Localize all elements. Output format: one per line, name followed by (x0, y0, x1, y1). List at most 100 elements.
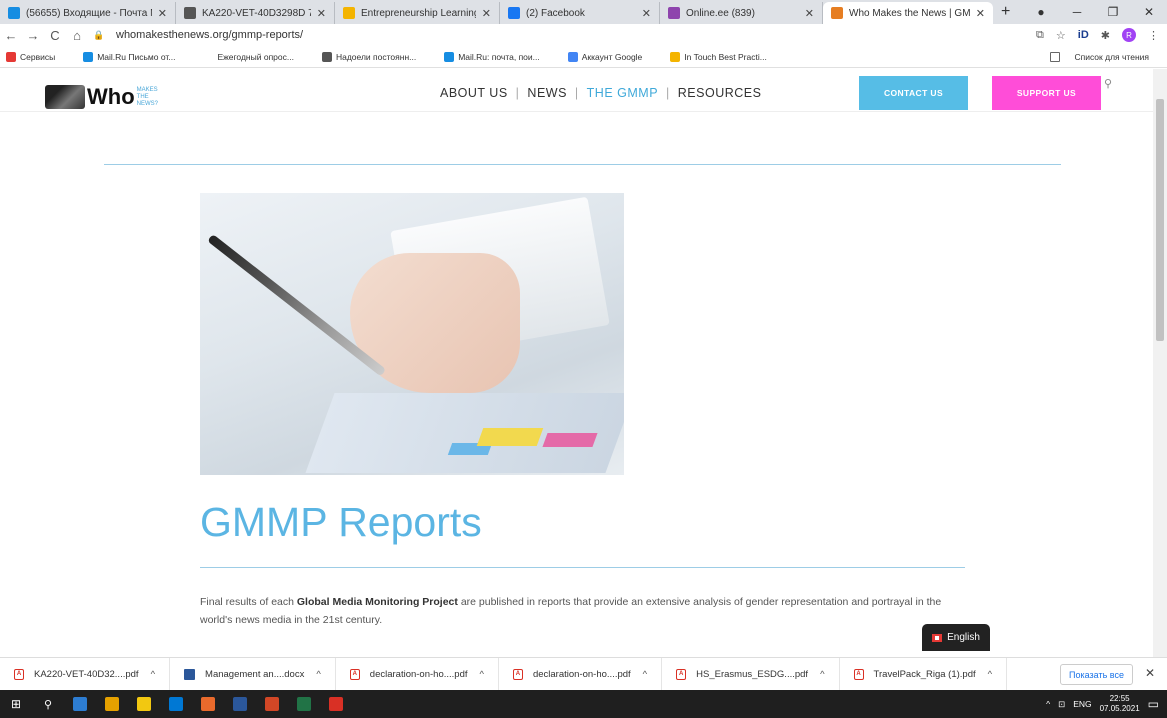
section-divider (104, 164, 1061, 165)
show-all-downloads-button[interactable]: Показать все (1060, 664, 1133, 685)
bookmark-item[interactable]: Аккаунт Google (567, 51, 657, 62)
download-item[interactable]: Management an....docx ^ (170, 657, 336, 691)
bookmark-icon (444, 51, 455, 62)
maximize-button[interactable]: ❐ (1095, 5, 1131, 19)
taskbar-app-icon[interactable] (256, 690, 288, 718)
bookmark-item[interactable]: Mail.Ru: почта, пои... (444, 51, 554, 62)
taskbar-app-icon[interactable] (288, 690, 320, 718)
tab-favicon-icon (8, 7, 20, 19)
logo-figure-icon (45, 85, 85, 109)
taskbar-app-icon[interactable] (320, 690, 352, 718)
profile-menu-icon[interactable]: ● (1023, 5, 1059, 19)
support-us-button[interactable]: SUPPORT US (992, 76, 1101, 110)
browser-tab[interactable]: (2) Facebook ✕ (500, 2, 660, 24)
download-item[interactable]: A KA220-VET-40D32....pdf ^ (0, 657, 171, 691)
search-icon[interactable]: ⚲ (1104, 77, 1112, 90)
nav-about-us[interactable]: ABOUT US (440, 86, 508, 100)
bookmark-icon (567, 51, 578, 62)
bookmark-label: In Touch Best Practi... (684, 51, 767, 62)
reading-list[interactable]: Список для чтения (1050, 46, 1163, 68)
language-label: English (947, 632, 980, 643)
bookmark-item[interactable]: In Touch Best Practi... (670, 51, 781, 62)
bookmark-item[interactable]: Ежегодный опрос... (203, 51, 308, 62)
chevron-up-icon[interactable]: ^ (643, 669, 647, 680)
clock[interactable]: 22:55 07.05.2021 (1100, 694, 1140, 714)
translate-icon[interactable]: ⧉ (1036, 29, 1044, 42)
bookmark-label: Надоели постоянн... (335, 51, 417, 62)
chevron-up-icon[interactable]: ^ (316, 669, 320, 680)
system-tray: ^ ⊡ ENG 22:55 07.05.2021 ▭ (1046, 690, 1159, 718)
taskbar-app-icon[interactable] (192, 690, 224, 718)
chevron-up-icon[interactable]: ^ (820, 669, 824, 680)
contact-us-button[interactable]: CONTACT US (859, 76, 968, 110)
tab-close-icon[interactable]: ✕ (976, 7, 985, 20)
tab-label: Who Makes the News | GMMP F (849, 7, 970, 19)
taskbar-app-icon[interactable] (96, 690, 128, 718)
tab-close-icon[interactable]: ✕ (158, 7, 167, 20)
site-logo[interactable]: Who MAKES THE NEWS? (45, 83, 161, 111)
bookmark-icon (321, 51, 332, 62)
nav-resources[interactable]: RESOURCES (678, 86, 762, 100)
pdf-file-icon: A (853, 668, 864, 680)
tab-close-icon[interactable]: ✕ (642, 7, 651, 20)
page-scrollbar[interactable] (1153, 69, 1167, 657)
bookmark-item[interactable]: Сервисы (6, 51, 69, 62)
tray-chevron-icon[interactable]: ^ (1046, 699, 1050, 709)
extensions-icon[interactable]: ✱ (1101, 29, 1110, 42)
pdf-file-icon: A (676, 668, 687, 680)
close-window-button[interactable]: ✕ (1131, 5, 1167, 19)
start-button[interactable]: ⊞ (0, 690, 32, 718)
url-field[interactable]: whomakesthenews.org/gmmp-reports/ (116, 29, 303, 41)
network-icon[interactable]: ⊡ (1058, 699, 1065, 710)
header-divider (0, 111, 1153, 112)
tab-favicon-icon (668, 7, 680, 19)
taskbar-app-icon[interactable] (224, 690, 256, 718)
bookmark-item[interactable]: Надоели постоянн... (321, 51, 430, 62)
tab-close-icon[interactable]: ✕ (805, 7, 814, 20)
back-icon[interactable]: ← (0, 28, 22, 43)
reload-icon[interactable]: C (44, 28, 66, 43)
extension-id-icon[interactable]: iD (1078, 29, 1089, 41)
home-icon[interactable]: ⌂ (66, 28, 88, 43)
download-item[interactable]: Adeclaration-on-ho....pdf ^ (336, 657, 499, 691)
taskbar-app-icon[interactable] (160, 690, 192, 718)
bookmark-icon (6, 51, 16, 62)
browser-tab[interactable]: (56655) Входящие - Почта Mail ✕ (0, 2, 176, 24)
browser-tab[interactable]: Entrepreneurship Learning for A ✕ (335, 2, 500, 24)
download-item[interactable]: A TravelPack_Riga (1).pdf ^ (840, 657, 1008, 691)
profile-avatar[interactable]: R (1122, 28, 1136, 42)
address-bar-row: ← → C ⌂ 🔒 whomakesthenews.org/gmmp-repor… (0, 24, 1167, 46)
minimize-button[interactable]: ─ (1059, 5, 1095, 19)
tab-label: (56655) Входящие - Почта Mail (26, 7, 152, 19)
browser-tab[interactable]: KA220-VET-40D3298D 7.05.pdf ✕ (176, 2, 335, 24)
search-taskbar-icon[interactable]: ⚲ (32, 690, 64, 718)
bookmarks-bar: Сервисы Mail.Ru Письмо от... Ежегодный опр… (0, 46, 1167, 68)
bookmark-label: Mail.Ru: почта, пои... (458, 51, 540, 62)
bookmark-item[interactable]: Mail.Ru Письмо от... (83, 51, 189, 62)
browser-menu-icon[interactable]: ⋮ (1148, 29, 1159, 42)
taskbar-app-icon[interactable] (128, 690, 160, 718)
taskbar-app-icon[interactable] (64, 690, 96, 718)
chevron-up-icon[interactable]: ^ (480, 669, 484, 680)
close-downloads-icon[interactable]: ✕ (1145, 666, 1155, 680)
nav-the-gmmp[interactable]: THE GMMP (587, 86, 658, 100)
tab-close-icon[interactable]: ✕ (482, 7, 491, 20)
bookmark-label: Ежегодный опрос... (217, 51, 294, 62)
new-tab-button[interactable]: + (993, 2, 1018, 24)
bookmark-star-icon[interactable]: ☆ (1056, 29, 1066, 42)
keyboard-lang[interactable]: ENG (1073, 699, 1091, 709)
browser-tab[interactable]: Online.ee (839) ✕ (660, 2, 823, 24)
forward-icon[interactable]: → (22, 28, 44, 43)
download-item[interactable]: A HS_Erasmus_ESDG....pdf ^ (662, 657, 840, 691)
tab-close-icon[interactable]: ✕ (317, 7, 326, 20)
browser-tab[interactable]: Who Makes the News | GMMP F ✕ (823, 2, 993, 24)
chevron-up-icon[interactable]: ^ (988, 669, 992, 680)
lock-icon: 🔒 (93, 29, 105, 40)
windows-taskbar: ⊞ ⚲ ^ ⊡ ENG 22:55 07.05.2021 ▭ (0, 690, 1167, 718)
nav-news[interactable]: NEWS (527, 86, 567, 100)
notifications-icon[interactable]: ▭ (1148, 697, 1159, 711)
language-switcher[interactable]: English (922, 624, 990, 651)
chevron-up-icon[interactable]: ^ (151, 669, 155, 680)
scrollbar-thumb[interactable] (1156, 99, 1164, 341)
download-item[interactable]: Adeclaration-on-ho....pdf ^ (499, 657, 663, 691)
